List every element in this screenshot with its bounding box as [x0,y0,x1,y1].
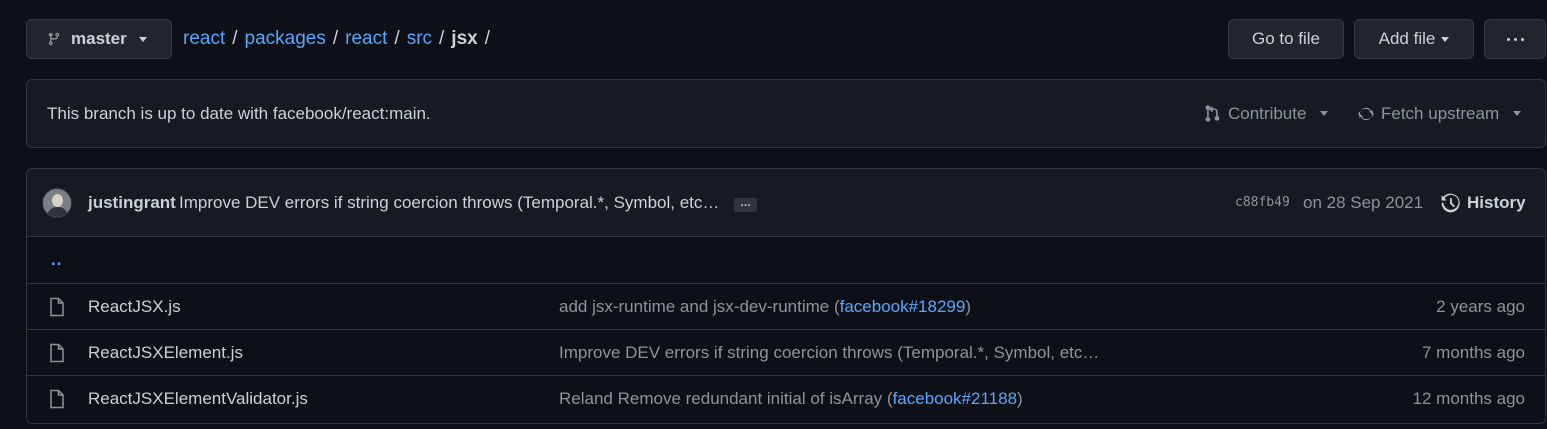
breadcrumb-link-react-pkg[interactable]: react [345,28,387,50]
parent-directory-link[interactable]: .. [51,250,62,270]
file-age: 12 months ago [1412,389,1525,408]
breadcrumb-link-packages[interactable]: packages [245,28,326,50]
go-to-file-button[interactable]: Go to file [1228,19,1344,59]
fetch-upstream-label: Fetch upstream [1381,103,1500,123]
breadcrumb-link-react[interactable]: react [183,28,225,50]
contribute-dropdown[interactable]: Contribute [1205,80,1329,147]
history-link[interactable]: History [1441,169,1526,237]
file-name-link[interactable]: ReactJSXElementValidator.js [88,376,308,422]
commit-date: on 28 Sep 2021 [1303,193,1424,212]
breadcrumb-separator: / [232,28,238,49]
repo-toolbar: master react / packages / react / src / … [26,19,1547,59]
branch-name: master [71,29,127,48]
latest-commit-bar: justingrant Improve DEV errors if string… [27,169,1545,237]
parent-directory-row[interactable]: .. [27,237,1545,283]
file-age: 2 years ago [1436,297,1525,316]
file-name-link[interactable]: ReactJSXElement.js [88,330,243,376]
fetch-upstream-dropdown[interactable]: Fetch upstream [1357,80,1522,147]
breadcrumb: react / packages / react / src / jsx / [183,19,497,59]
file-commit-message: add jsx-runtime and jsx-dev-runtime (fac… [559,297,972,316]
history-label: History [1467,193,1526,212]
add-file-button[interactable]: Add file [1354,19,1474,59]
file-commit-message: Reland Remove redundant initial of isArr… [559,389,1023,408]
chevron-down-icon [1441,36,1450,42]
commit-sha-link[interactable]: c88fb49 [1235,169,1290,237]
git-branch-icon [48,32,60,46]
commit-message-link[interactable]: Improve DEV errors if string coercion th… [179,169,719,237]
contribute-label: Contribute [1228,103,1307,123]
more-options-button[interactable] [1484,19,1546,59]
commit-author-link[interactable]: justingrant [88,169,176,237]
breadcrumb-current: jsx [451,28,478,49]
table-row[interactable]: ReactJSXElement.js Improve DEV errors if… [27,329,1545,375]
file-icon [50,389,64,409]
file-icon [50,297,64,317]
expand-commit-message-button[interactable]: … [734,198,757,212]
pr-link[interactable]: facebook#18299 [840,297,966,316]
file-browser: justingrant Improve DEV errors if string… [26,168,1546,424]
branch-select-button[interactable]: master [26,19,172,59]
breadcrumb-separator: / [394,28,400,49]
chevron-down-icon [138,36,147,42]
pr-link[interactable]: facebook#21188 [893,389,1017,408]
table-row[interactable]: ReactJSXElementValidator.js Reland Remov… [27,375,1545,421]
breadcrumb-separator: / [484,28,490,49]
kebab-horizontal-icon [1506,37,1524,41]
git-pull-request-icon [1205,105,1220,122]
file-icon [50,343,64,363]
branch-status-panel: This branch is up to date with facebook/… [26,79,1546,148]
add-file-label: Add file [1378,29,1436,48]
chevron-down-icon [1513,111,1522,116]
history-icon [1441,193,1460,213]
file-name-link[interactable]: ReactJSX.js [88,284,181,330]
breadcrumb-link-src[interactable]: src [407,28,432,50]
sync-icon [1358,107,1374,120]
branch-status-message: This branch is up to date with facebook/… [47,104,431,123]
file-age: 7 months ago [1421,343,1525,362]
file-commit-message[interactable]: Improve DEV errors if string coercion th… [559,330,1099,376]
breadcrumb-separator: / [332,28,339,49]
table-row[interactable]: ReactJSX.js add jsx-runtime and jsx-dev-… [27,283,1545,329]
avatar[interactable] [42,188,72,218]
chevron-down-icon [1320,111,1329,116]
breadcrumb-separator: / [439,28,445,49]
